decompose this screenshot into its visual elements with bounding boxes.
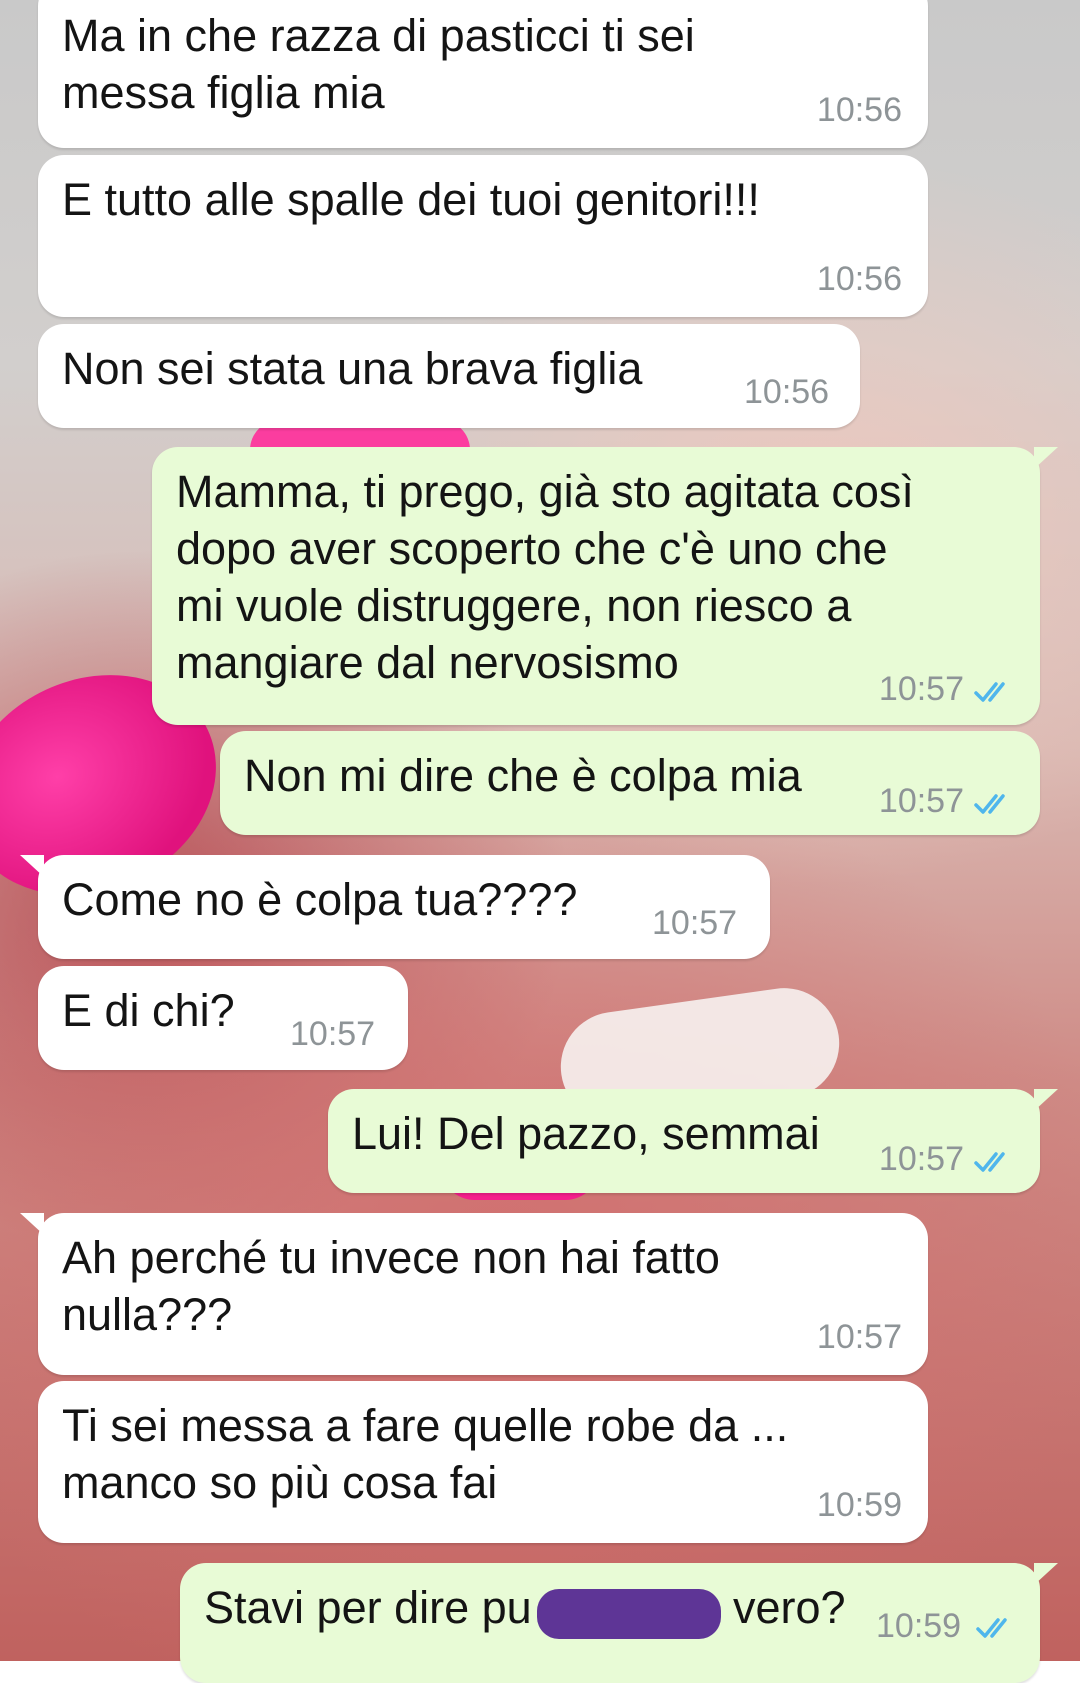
- message-incoming[interactable]: Ma in che razza di pasticci ti sei messa…: [38, 0, 928, 148]
- message-time: 10:59: [816, 1486, 902, 1524]
- redaction-block: [537, 1589, 721, 1639]
- message-time: 10:56: [744, 373, 830, 411]
- message-time: 10:57: [816, 1318, 902, 1356]
- message-outgoing[interactable]: Lui! Del pazzo, semmai 10:57: [328, 1089, 1058, 1193]
- bubble-tail: [20, 855, 44, 877]
- double-check-icon: [976, 1618, 1007, 1638]
- message-text: Come no è colpa tua????: [62, 874, 578, 925]
- message-text: E di chi?: [62, 985, 235, 1036]
- message-outgoing[interactable]: Mamma, ti prego, già sto agitata così do…: [152, 447, 1058, 725]
- message-text: Lui! Del pazzo, semmai: [352, 1108, 820, 1159]
- message-time: 10:59: [876, 1607, 962, 1645]
- message-time: 10:57: [652, 904, 738, 942]
- message-text-after-redaction: vero?: [733, 1582, 846, 1633]
- message-incoming[interactable]: E tutto alle spalle dei tuoi genitori!!!…: [38, 155, 928, 317]
- bubble-tail: [20, 1213, 44, 1235]
- message-incoming[interactable]: Ah perché tu invece non hai fatto nulla?…: [20, 1213, 928, 1375]
- message-incoming[interactable]: Come no è colpa tua???? 10:57: [20, 855, 770, 959]
- message-text: E tutto alle spalle dei tuoi genitori!!!: [62, 174, 760, 225]
- double-check-icon: [974, 794, 1005, 814]
- bubble-tail: [1034, 1089, 1058, 1111]
- message-incoming[interactable]: Ti sei messa a fare quelle robe da ... m…: [38, 1381, 928, 1543]
- message-time: 10:57: [878, 782, 964, 820]
- message-text: Non sei stata una brava figlia: [62, 343, 643, 394]
- message-time: 10:57: [878, 670, 964, 708]
- message-text: Ma in che razza di pasticci ti sei messa…: [62, 10, 695, 118]
- message-incoming[interactable]: E di chi? 10:57: [38, 966, 408, 1070]
- message-text: Ah perché tu invece non hai fatto nulla?…: [62, 1232, 720, 1340]
- message-time: 10:57: [878, 1140, 964, 1178]
- double-check-icon: [974, 1152, 1005, 1172]
- double-check-icon: [974, 682, 1005, 702]
- bubble-tail: [1034, 1563, 1058, 1585]
- message-time: 10:56: [816, 260, 902, 298]
- message-text: Non mi dire che è colpa mia: [244, 750, 802, 801]
- chat-thread[interactable]: Ma in che razza di pasticci ti sei messa…: [0, 0, 1080, 1683]
- message-time: 10:57: [290, 1015, 376, 1053]
- message-text: Mamma, ti prego, già sto agitata così do…: [176, 466, 914, 688]
- message-text: Stavi per dire pu: [204, 1582, 532, 1633]
- message-text: Ti sei messa a fare quelle robe da ... m…: [62, 1400, 789, 1508]
- bubble-tail: [1034, 447, 1058, 469]
- message-time: 10:56: [816, 91, 902, 129]
- message-incoming[interactable]: Non sei stata una brava figlia 10:56: [38, 324, 860, 428]
- message-outgoing[interactable]: Non mi dire che è colpa mia 10:57: [220, 731, 1040, 835]
